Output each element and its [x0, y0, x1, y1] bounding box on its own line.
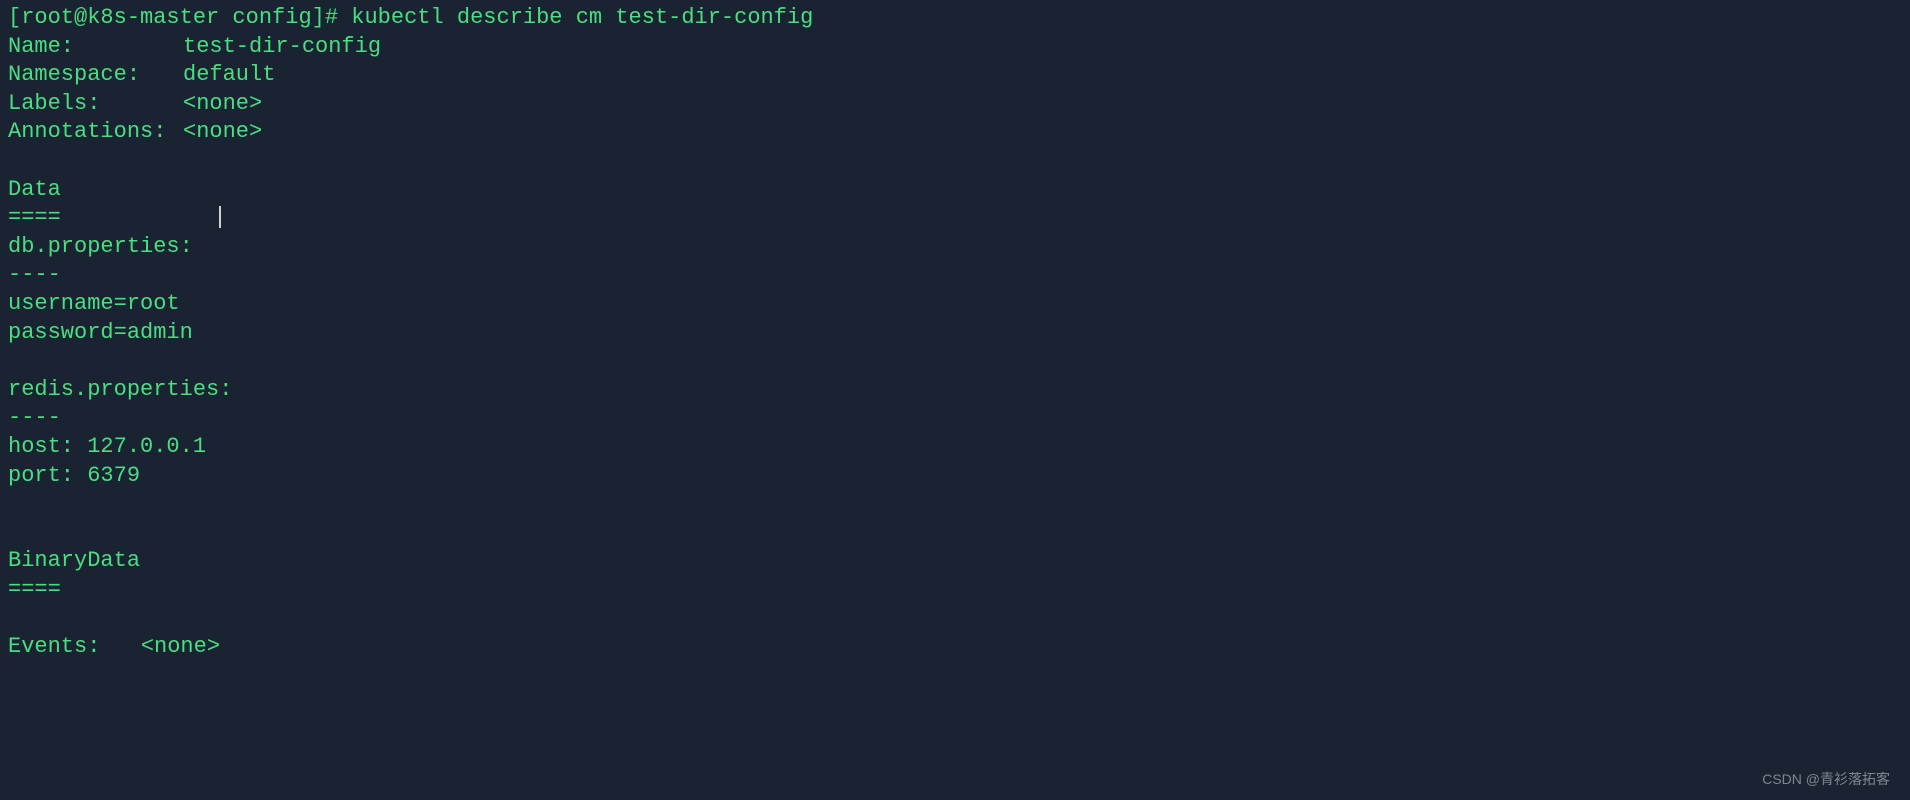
events-label: Events:: [8, 634, 100, 659]
events-line: Events: <none>: [8, 633, 1902, 662]
command-prompt-line[interactable]: [root@k8s-master config]# kubectl descri…: [8, 4, 1902, 33]
namespace-field-row: Namespace: default: [8, 61, 1902, 90]
db-password-line: password=admin: [8, 319, 1902, 348]
binarydata-separator: ====: [8, 576, 1902, 605]
events-value: <none>: [141, 634, 220, 659]
db-properties-key: db.properties:: [8, 233, 1902, 262]
data-header: Data: [8, 176, 1902, 205]
redis-host-line: host: 127.0.0.1: [8, 433, 1902, 462]
watermark-text: CSDN @青衫落拓客: [1762, 770, 1890, 788]
labels-value: <none>: [183, 90, 262, 119]
entry-separator: ----: [8, 404, 1902, 433]
name-label: Name:: [8, 33, 183, 62]
namespace-value: default: [183, 61, 275, 90]
entry-separator: ----: [8, 261, 1902, 290]
redis-properties-key: redis.properties:: [8, 376, 1902, 405]
shell-prompt: [root@k8s-master config]#: [8, 5, 351, 30]
command-text: kubectl describe cm test-dir-config: [351, 5, 813, 30]
redis-port-line: port: 6379: [8, 462, 1902, 491]
blank-line: [8, 347, 1902, 376]
annotations-value: <none>: [183, 118, 262, 147]
db-username-line: username=root: [8, 290, 1902, 319]
binarydata-header: BinaryData: [8, 547, 1902, 576]
annotations-field-row: Annotations: <none>: [8, 118, 1902, 147]
data-separator: ====: [8, 204, 1902, 233]
blank-line: [8, 490, 1902, 519]
blank-line: [8, 147, 1902, 176]
blank-line: [8, 519, 1902, 548]
name-field-row: Name: test-dir-config: [8, 33, 1902, 62]
labels-field-row: Labels: <none>: [8, 90, 1902, 119]
name-value: test-dir-config: [183, 33, 381, 62]
text-cursor-icon: [219, 206, 221, 228]
labels-label: Labels:: [8, 90, 183, 119]
annotations-label: Annotations:: [8, 118, 183, 147]
namespace-label: Namespace:: [8, 61, 183, 90]
blank-line: [8, 604, 1902, 633]
